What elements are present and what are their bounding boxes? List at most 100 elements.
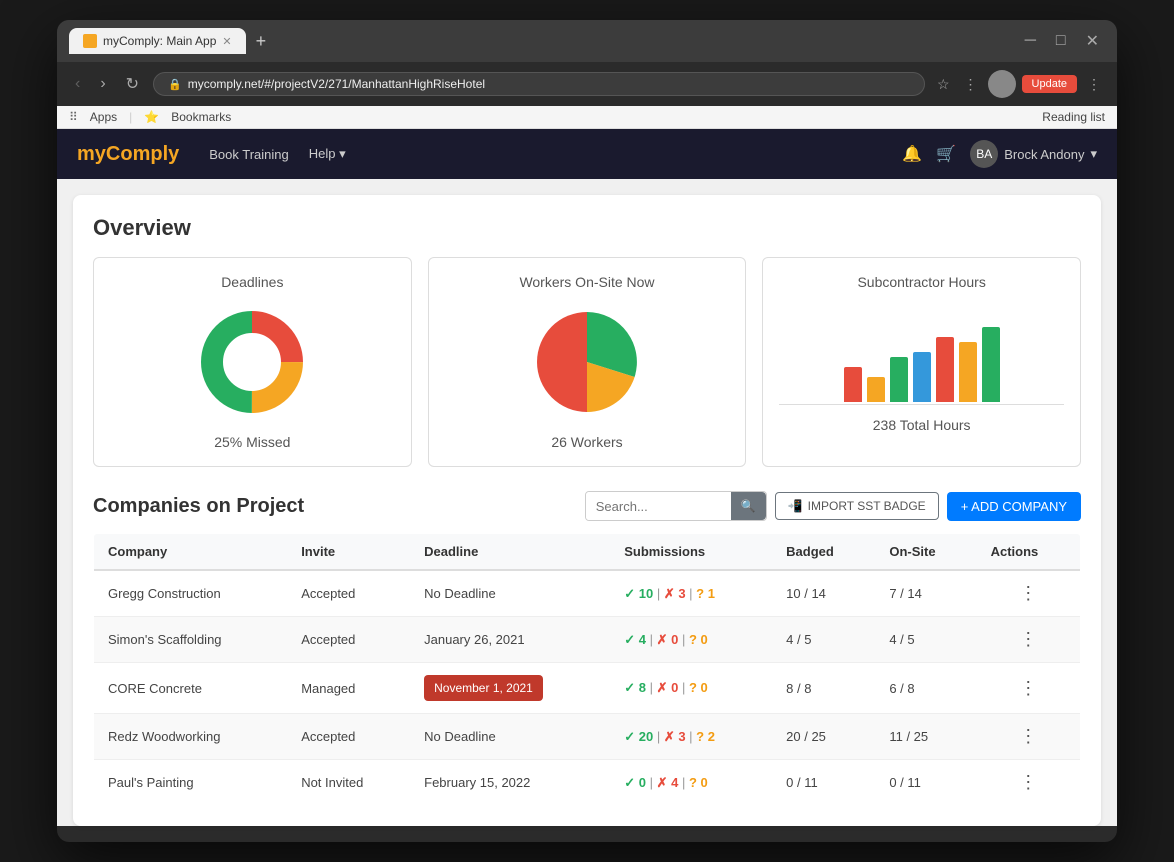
invite-status: Managed (287, 663, 410, 714)
actions-cell[interactable]: ⋮ (977, 760, 1081, 806)
active-tab[interactable]: myComply: Main App ✕ (69, 28, 246, 54)
sub-green: ✓ 8 (624, 680, 646, 695)
apps-label[interactable]: Apps (90, 110, 117, 124)
table-header: Company Invite Deadline Submissions Badg… (94, 534, 1081, 571)
import-sst-button[interactable]: 📲 IMPORT SST BADGE (775, 492, 939, 520)
sub-red: ✗ 3 (664, 586, 686, 601)
companies-table: Company Invite Deadline Submissions Badg… (93, 533, 1081, 806)
tab-bar: myComply: Main App ✕ + (69, 28, 272, 54)
back-button[interactable]: ‹ (69, 73, 86, 95)
close-window-button[interactable]: ✕ (1080, 29, 1105, 53)
minimize-button[interactable]: ─ (1019, 30, 1042, 52)
search-button[interactable]: 🔍 (731, 492, 766, 520)
maximize-button[interactable]: □ (1050, 30, 1072, 52)
actions-menu[interactable]: ⋮ (991, 583, 1066, 604)
overview-title: Overview (93, 215, 1081, 241)
browser-actions: ☆ ⋮ Update ⋮ (933, 70, 1105, 98)
tab-close-btn[interactable]: ✕ (222, 35, 231, 48)
table-row: Redz Woodworking Accepted No Deadline ✓ … (94, 714, 1081, 760)
table-header-row: Company Invite Deadline Submissions Badg… (94, 534, 1081, 571)
actions-cell[interactable]: ⋮ (977, 570, 1081, 617)
bar-5 (936, 337, 954, 402)
menu-button[interactable]: ⋮ (1083, 74, 1105, 95)
submissions-cell: ✓ 8 | ✗ 0 | ? 0 (610, 663, 772, 714)
companies-title: Companies on Project (93, 495, 304, 518)
deadline-value: February 15, 2022 (410, 760, 610, 806)
lock-icon: 🔒 (168, 78, 182, 91)
tab-favicon (83, 34, 97, 48)
bookmarks-separator: | (129, 110, 132, 124)
actions-cell[interactable]: ⋮ (977, 617, 1081, 663)
actions-cell[interactable]: ⋮ (977, 714, 1081, 760)
help-text: Help (309, 146, 336, 161)
address-bar[interactable]: 🔒 mycomply.net/#/projectV2/271/Manhattan… (153, 72, 925, 96)
add-company-button[interactable]: + ADD COMPANY (947, 492, 1081, 521)
col-submissions: Submissions (610, 534, 772, 571)
reading-list-label[interactable]: Reading list (1042, 110, 1105, 124)
deadline-red-badge: November 1, 2021 (424, 675, 543, 701)
sub-red: ✗ 0 (657, 632, 679, 647)
profile-avatar[interactable] (988, 70, 1016, 98)
extensions-button[interactable]: ⋮ (960, 74, 982, 95)
browser-nav: ‹ › ↻ 🔒 mycomply.net/#/projectV2/271/Man… (57, 62, 1117, 106)
url-text: mycomply.net/#/projectV2/271/ManhattanHi… (188, 77, 485, 91)
badged-value: 8 / 8 (772, 663, 875, 714)
bar-6 (959, 342, 977, 402)
update-button[interactable]: Update (1022, 75, 1077, 93)
hours-card-title: Subcontractor Hours (779, 274, 1064, 290)
invite-status: Not Invited (287, 760, 410, 806)
actions-menu[interactable]: ⋮ (991, 772, 1066, 793)
logo: myComply (77, 143, 179, 166)
help-link[interactable]: Help ▾ (309, 146, 346, 162)
table-row: Gregg Construction Accepted No Deadline … (94, 570, 1081, 617)
overview-cards: Deadlines 25% Missed (93, 257, 1081, 467)
bookmarks-text[interactable]: Bookmarks (171, 110, 231, 124)
logo-comply: C (106, 143, 120, 165)
new-tab-button[interactable]: + (250, 31, 273, 52)
refresh-button[interactable]: ↻ (120, 72, 145, 96)
actions-cell[interactable]: ⋮ (977, 663, 1081, 714)
companies-actions: 🔍 📲 IMPORT SST BADGE + ADD COMPANY (585, 491, 1081, 521)
notification-icon[interactable]: 🔔 (902, 144, 922, 164)
book-training-link[interactable]: Book Training (209, 147, 289, 162)
sub-orange: ? 0 (689, 775, 708, 790)
submissions-cell: ✓ 0 | ✗ 4 | ? 0 (610, 760, 772, 806)
actions-menu[interactable]: ⋮ (991, 678, 1066, 699)
sub-green: ✓ 0 (624, 775, 646, 790)
user-menu[interactable]: BA Brock Andony ▾ (970, 140, 1097, 168)
badged-value: 4 / 5 (772, 617, 875, 663)
sub-red: ✗ 3 (664, 729, 686, 744)
actions-menu[interactable]: ⋮ (991, 629, 1066, 650)
hours-subtitle: 238 Total Hours (779, 417, 1064, 433)
deadlines-card: Deadlines 25% Missed (93, 257, 412, 467)
submissions-cell: ✓ 20 | ✗ 3 | ? 2 (610, 714, 772, 760)
actions-menu[interactable]: ⋮ (991, 726, 1066, 747)
forward-button[interactable]: › (94, 73, 111, 95)
cart-icon[interactable]: 🛒 (936, 144, 956, 164)
deadline-value: No Deadline (410, 570, 610, 617)
company-name: CORE Concrete (94, 663, 288, 714)
main-content: Overview Deadlines (73, 195, 1101, 826)
submissions-cell: ✓ 10 | ✗ 3 | ? 1 (610, 570, 772, 617)
sub-red: ✗ 4 (657, 775, 679, 790)
onsite-value: 7 / 14 (875, 570, 976, 617)
company-name: Paul's Painting (94, 760, 288, 806)
search-input[interactable] (586, 492, 731, 520)
table-row: CORE Concrete Managed November 1, 2021 ✓… (94, 663, 1081, 714)
bar-3 (890, 357, 908, 402)
browser-titlebar: myComply: Main App ✕ + ─ □ ✕ (57, 20, 1117, 62)
invite-status: Accepted (287, 714, 410, 760)
top-nav: myComply Book Training Help ▾ 🔔 🛒 BA Bro… (57, 129, 1117, 179)
apps-icon: ⠿ (69, 110, 78, 124)
import-sst-icon: 📲 (788, 499, 803, 513)
bookmarks-bar: ⠿ Apps | ⭐ Bookmarks Reading list (57, 106, 1117, 129)
onsite-value: 4 / 5 (875, 617, 976, 663)
browser-window: myComply: Main App ✕ + ─ □ ✕ ‹ › ↻ 🔒 myc… (57, 20, 1117, 842)
user-chevron-icon: ▾ (1090, 146, 1097, 162)
sub-orange: ? 2 (696, 729, 715, 744)
sub-orange: ? 0 (689, 632, 708, 647)
tab-title: myComply: Main App (103, 34, 216, 48)
company-name: Redz Woodworking (94, 714, 288, 760)
user-avatar: BA (970, 140, 998, 168)
bookmark-button[interactable]: ☆ (933, 74, 954, 95)
